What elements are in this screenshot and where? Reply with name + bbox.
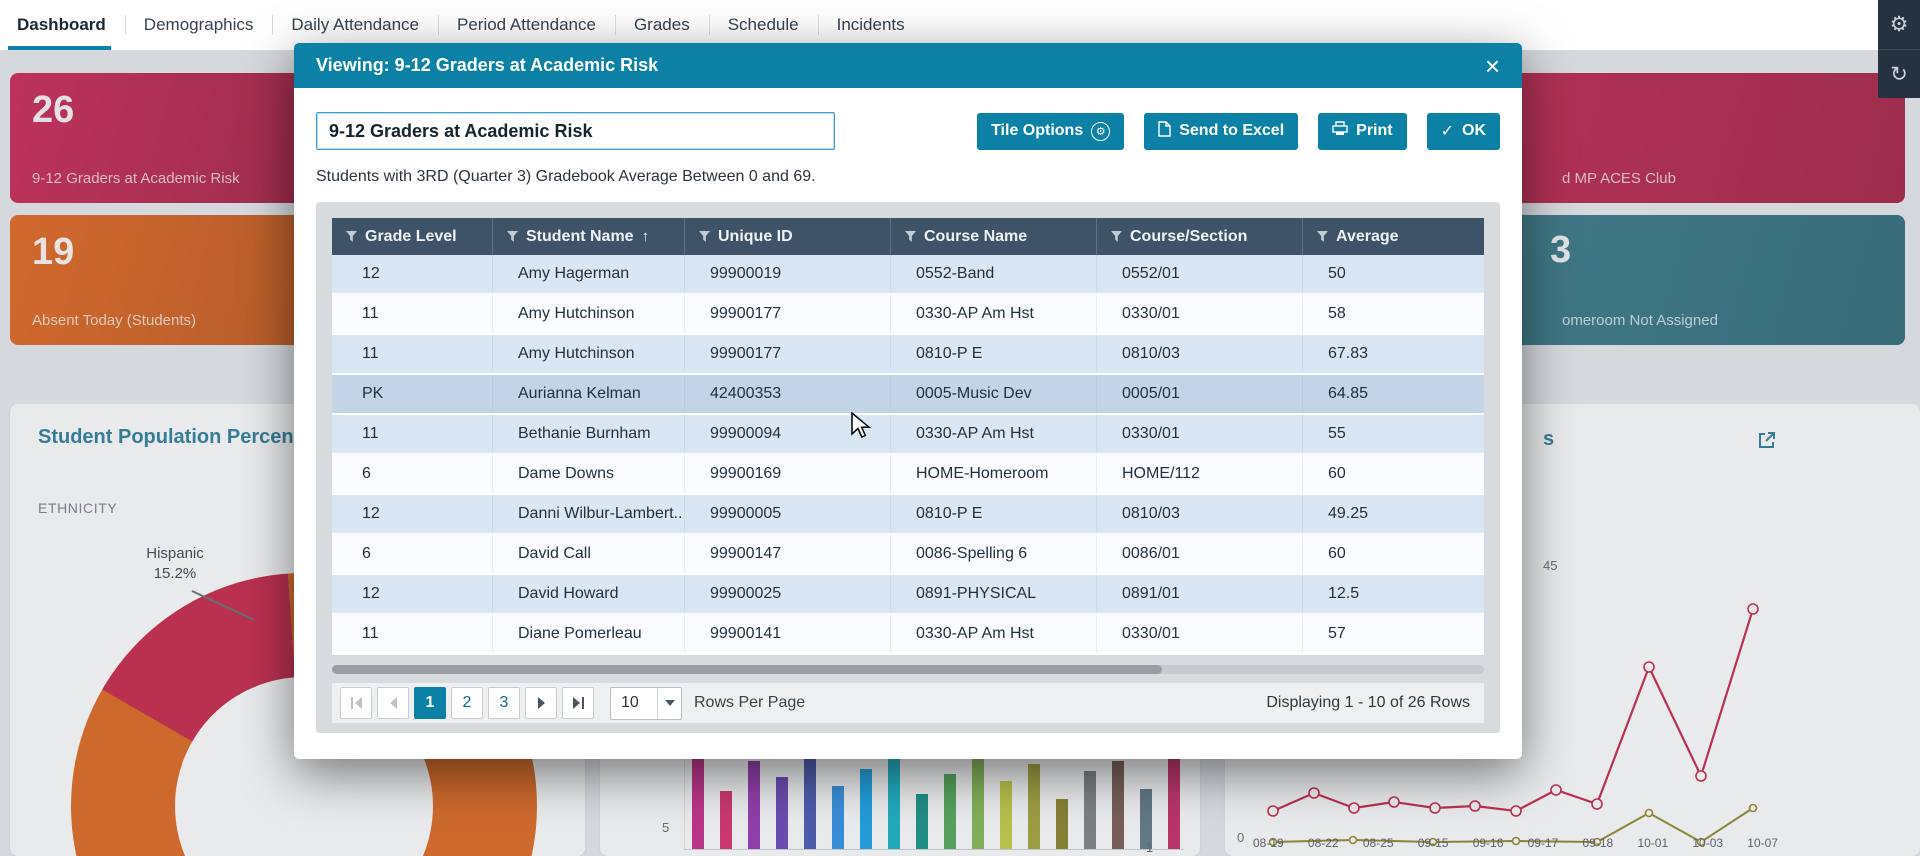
- modal-header: Viewing: 9-12 Graders at Academic Risk ×: [294, 43, 1522, 88]
- gear-icon: ⚙: [1091, 121, 1111, 141]
- horizontal-scrollbar[interactable]: [332, 665, 1484, 674]
- table-row[interactable]: 11 Diane Pomerleau 99900141 0330-AP Am H…: [332, 615, 1484, 655]
- column-header-course-name[interactable]: Course Name: [890, 218, 1096, 255]
- page-button[interactable]: 1: [414, 687, 446, 719]
- table-row[interactable]: 11 Bethanie Burnham 99900094 0330-AP Am …: [332, 415, 1484, 455]
- ok-button[interactable]: ✓ OK: [1426, 112, 1500, 150]
- modal-title: Viewing: 9-12 Graders at Academic Risk: [316, 55, 659, 75]
- previous-page-icon: [389, 697, 397, 709]
- nav-item-dashboard[interactable]: Dashboard: [0, 0, 125, 50]
- document-icon: [1158, 120, 1171, 142]
- tile-name-input[interactable]: [316, 112, 835, 150]
- page-buttons: 123: [414, 687, 520, 719]
- table-row[interactable]: 12 Amy Hagerman 99900019 0552-Band 0552/…: [332, 255, 1484, 295]
- table-row[interactable]: 11 Amy Hutchinson 99900177 0810-P E 0810…: [332, 335, 1484, 375]
- modal-body: Tile Options ⚙ Send to Excel: [294, 88, 1522, 743]
- first-page-button[interactable]: [340, 687, 372, 719]
- grid-header-row: Grade Level Student Name ↑ Unique ID Cou…: [332, 218, 1484, 255]
- nav-item-demographics[interactable]: Demographics: [124, 0, 273, 50]
- first-page-icon: [350, 697, 353, 709]
- check-icon: ✓: [1440, 123, 1454, 140]
- filter-icon[interactable]: [507, 231, 518, 242]
- row-count-summary: Displaying 1 - 10 of 26 Rows: [1266, 694, 1470, 711]
- refresh-icon: ↻: [1890, 62, 1908, 86]
- table-row[interactable]: PK Aurianna Kelman 42400353 0005-Music D…: [332, 375, 1484, 415]
- filter-icon[interactable]: [346, 231, 357, 242]
- refresh-button[interactable]: ↻: [1878, 49, 1920, 98]
- sort-ascending-icon: ↑: [641, 228, 650, 245]
- send-to-excel-button[interactable]: Send to Excel: [1144, 112, 1299, 150]
- previous-page-button[interactable]: [377, 687, 409, 719]
- column-header-unique-id[interactable]: Unique ID: [684, 218, 890, 255]
- side-icon-rail: ⚙ ↻: [1878, 0, 1920, 98]
- close-icon[interactable]: ×: [1485, 53, 1500, 79]
- column-header-course-section[interactable]: Course/Section: [1096, 218, 1302, 255]
- printer-icon: [1332, 121, 1348, 141]
- column-header-grade-level[interactable]: Grade Level: [332, 218, 492, 255]
- settings-button[interactable]: ⚙: [1878, 0, 1920, 49]
- gear-icon: ⚙: [1889, 13, 1909, 36]
- rows-per-page-select[interactable]: 10: [610, 686, 682, 720]
- table-row[interactable]: 6 David Call 99900147 0086-Spelling 6 00…: [332, 535, 1484, 575]
- table-row[interactable]: 12 Danni Wilbur-Lambert... 99900005 0810…: [332, 495, 1484, 535]
- rows-per-page-label: Rows Per Page: [694, 694, 806, 711]
- filter-icon[interactable]: [1317, 231, 1328, 242]
- table-row[interactable]: 11 Amy Hutchinson 99900177 0330-AP Am Hs…: [332, 295, 1484, 335]
- pagination-bar: 123 10 Rows Per Page Displaying 1 - 10 o…: [332, 683, 1484, 723]
- grid-body: 12 Amy Hagerman 99900019 0552-Band 0552/…: [332, 255, 1484, 655]
- table-row[interactable]: 12 David Howard 99900025 0891-PHYSICAL 0…: [332, 575, 1484, 615]
- scrollbar-thumb[interactable]: [332, 665, 1162, 674]
- next-page-button[interactable]: [525, 687, 557, 719]
- chevron-down-icon: [657, 687, 681, 719]
- last-page-icon: [572, 697, 580, 709]
- data-grid: Grade Level Student Name ↑ Unique ID Cou…: [316, 202, 1500, 733]
- next-page-icon: [537, 697, 545, 709]
- page-button[interactable]: 2: [451, 687, 483, 719]
- column-header-student-name[interactable]: Student Name ↑: [492, 218, 684, 255]
- tile-options-button[interactable]: Tile Options ⚙: [977, 112, 1125, 150]
- tile-description: Students with 3RD (Quarter 3) Gradebook …: [316, 168, 816, 185]
- page-button[interactable]: 3: [488, 687, 520, 719]
- table-row[interactable]: 6 Dame Downs 99900169 HOME-Homeroom HOME…: [332, 455, 1484, 495]
- filter-icon[interactable]: [905, 231, 916, 242]
- tile-detail-modal: Viewing: 9-12 Graders at Academic Risk ×…: [294, 43, 1522, 759]
- filter-icon[interactable]: [1111, 231, 1122, 242]
- column-header-average[interactable]: Average: [1302, 218, 1484, 255]
- print-button[interactable]: Print: [1318, 112, 1407, 150]
- last-page-button[interactable]: [562, 687, 594, 719]
- filter-icon[interactable]: [699, 231, 710, 242]
